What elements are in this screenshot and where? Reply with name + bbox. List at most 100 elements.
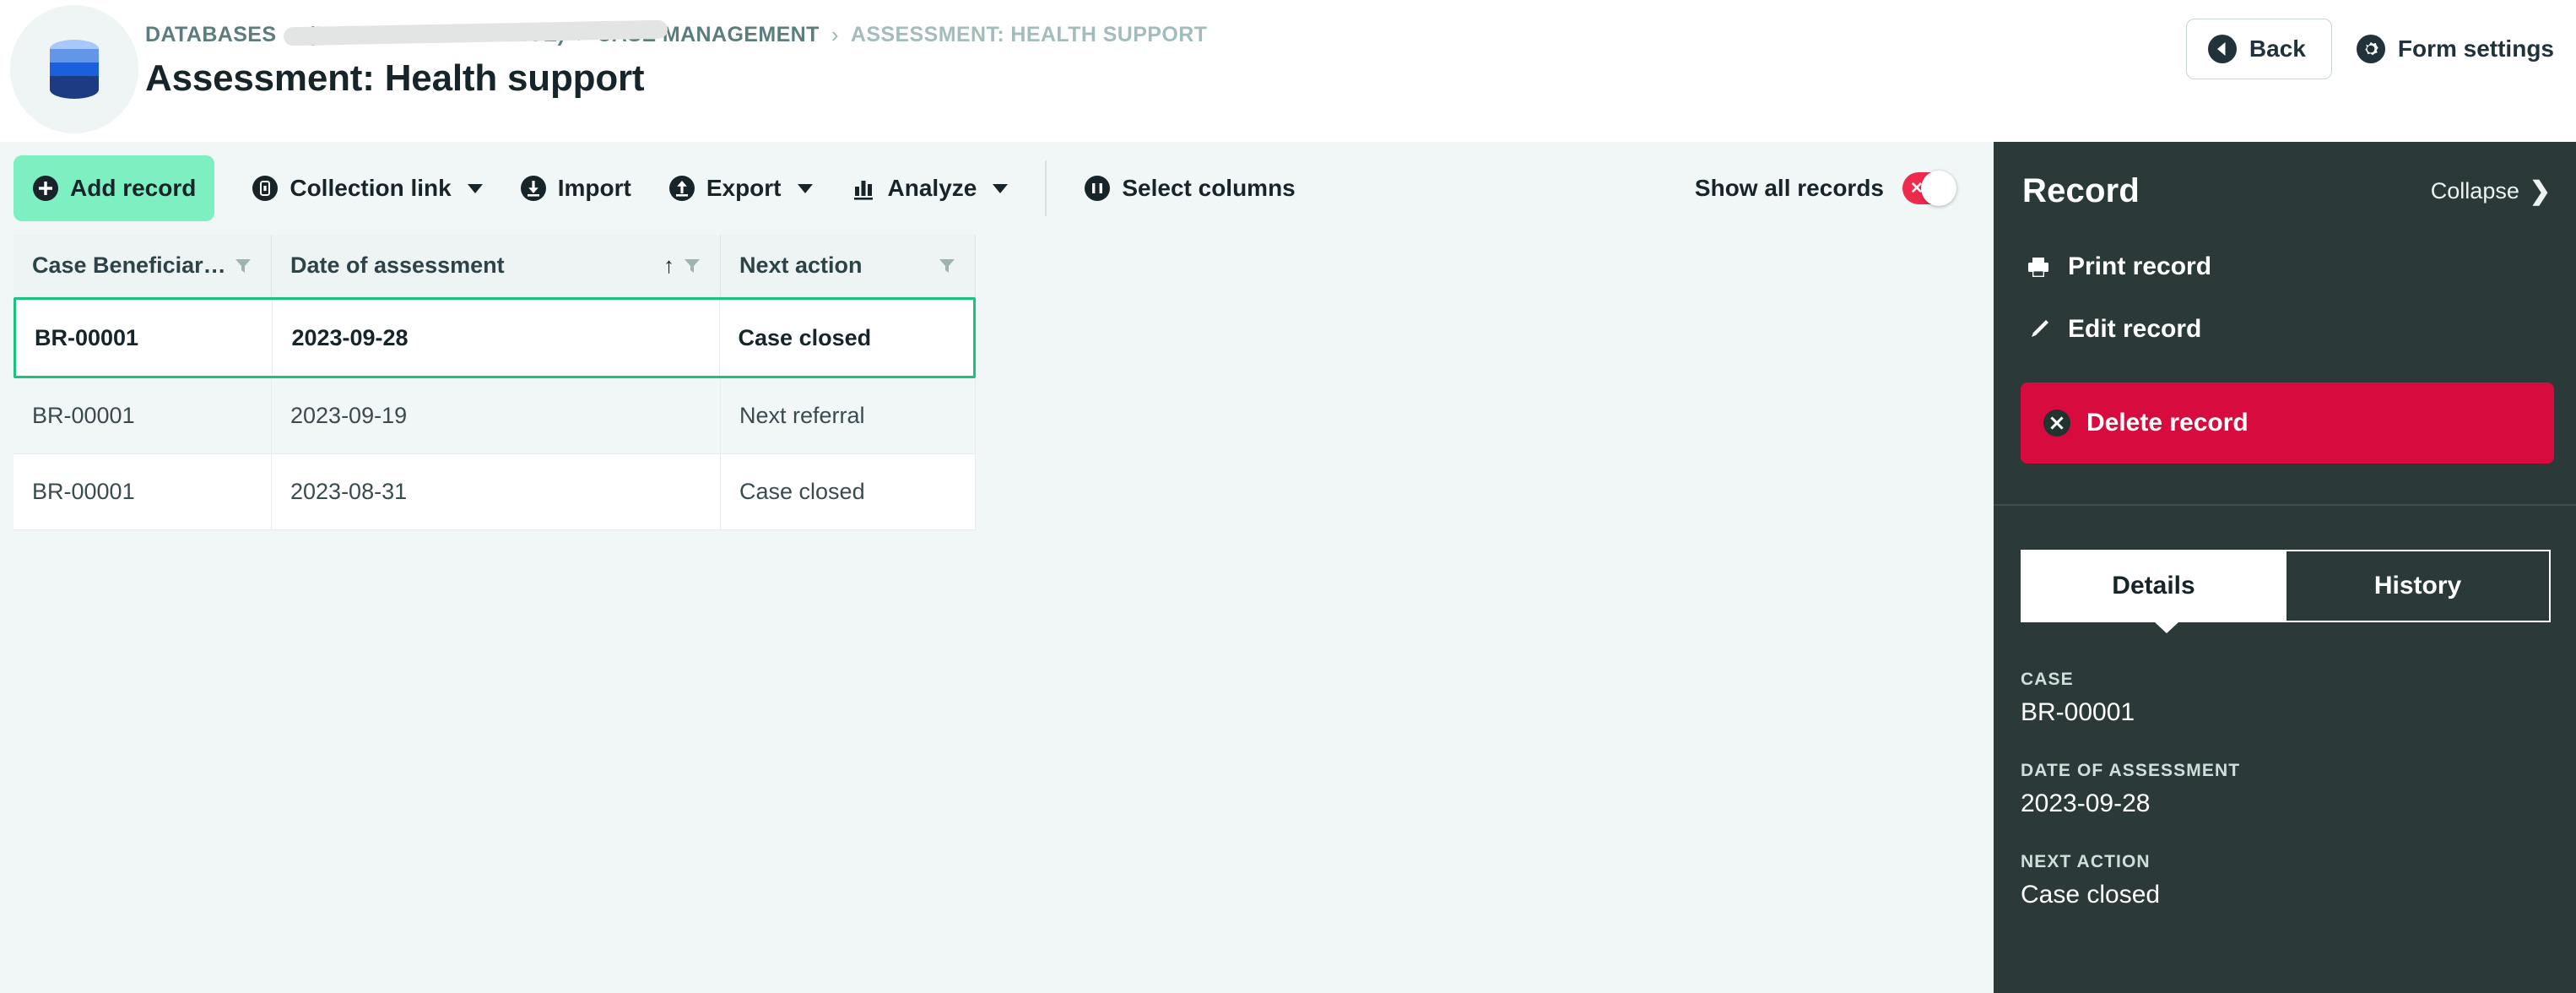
field-value: 2023-09-28 bbox=[2021, 790, 2151, 817]
export-button[interactable]: Export bbox=[650, 155, 831, 221]
filter-icon[interactable] bbox=[234, 257, 252, 275]
column-header-label: Next action bbox=[739, 252, 863, 278]
analyze-button[interactable]: Analyze bbox=[831, 155, 1027, 221]
field-label: DATE OF ASSESSMENT bbox=[2021, 761, 2241, 780]
upload-circle-icon bbox=[668, 176, 695, 201]
cell-date: 2023-08-31 bbox=[272, 454, 721, 530]
column-header-label: Date of assessment bbox=[290, 252, 505, 278]
field-case: CASE BR-00001 bbox=[2021, 670, 2549, 727]
bar-chart-icon bbox=[853, 181, 873, 200]
download-circle-icon bbox=[520, 176, 546, 201]
gear-icon bbox=[2356, 35, 2385, 63]
database-logo bbox=[10, 5, 138, 133]
table-row[interactable]: BR-00001 2023-09-28 Case closed bbox=[14, 297, 976, 378]
cell-date: 2023-09-28 bbox=[273, 300, 720, 376]
x-circle-icon bbox=[2043, 410, 2070, 437]
import-button[interactable]: Import bbox=[501, 155, 650, 221]
collapse-button[interactable]: Collapse ❯ bbox=[2431, 178, 2551, 204]
record-panel-tabs: Details History bbox=[2021, 550, 2551, 633]
breadcrumb-item-case-management[interactable]: CASE MANAGEMENT bbox=[596, 23, 819, 47]
add-record-button[interactable]: Add record bbox=[14, 155, 215, 221]
show-all-records-group: Show all records ✕ bbox=[1694, 171, 1956, 206]
delete-record-label: Delete record bbox=[2086, 409, 2249, 437]
table-body: BR-00001 2023-09-28 Case closed BR-00001… bbox=[14, 297, 1994, 530]
toolbar-divider bbox=[1045, 160, 1047, 216]
cell-next-action: Case closed bbox=[721, 454, 976, 530]
form-settings-button[interactable]: Form settings bbox=[2352, 25, 2557, 73]
chevron-down-icon bbox=[467, 183, 483, 193]
cell-date: 2023-09-19 bbox=[272, 378, 721, 454]
field-date-of-assessment: DATE OF ASSESSMENT 2023-09-28 bbox=[2021, 761, 2549, 818]
record-details-fields: CASE BR-00001 DATE OF ASSESSMENT 2023-09… bbox=[2021, 670, 2549, 909]
breadcrumb-item-current: ASSESSMENT: HEALTH SUPPORT bbox=[850, 22, 1208, 46]
record-panel-header: Record Collapse ❯ bbox=[1994, 142, 2576, 210]
breadcrumb-separator: › bbox=[288, 21, 296, 47]
printer-icon bbox=[2028, 258, 2048, 277]
active-tab-notch bbox=[2154, 621, 2179, 633]
table-header-row: Case Beneficiar… Date of assessment ↑ Ne… bbox=[14, 235, 1994, 297]
link-circle-icon bbox=[252, 176, 279, 201]
toggle-knob bbox=[1921, 171, 1956, 206]
column-header-next-action[interactable]: Next action bbox=[721, 235, 976, 297]
database-icon bbox=[50, 40, 99, 99]
records-toolbar: Add record Collection link Import Export… bbox=[0, 142, 1994, 235]
export-label: Export bbox=[706, 175, 782, 201]
breadcrumb-separator: › bbox=[576, 21, 585, 47]
collection-link-label: Collection link bbox=[290, 175, 452, 201]
field-value: BR-00001 bbox=[2021, 698, 2135, 726]
table-row[interactable]: BR-00001 2023-08-31 Case closed bbox=[14, 454, 1994, 530]
import-label: Import bbox=[557, 175, 631, 201]
column-header-date-of-assessment[interactable]: Date of assessment ↑ bbox=[272, 235, 721, 297]
breadcrumb-item-redacted[interactable]: (REVERSE REFERENCE) bbox=[308, 23, 566, 47]
form-settings-label: Form settings bbox=[2397, 35, 2554, 62]
filter-icon[interactable] bbox=[938, 257, 956, 275]
records-table: Case Beneficiar… Date of assessment ↑ Ne… bbox=[14, 235, 1994, 530]
panel-divider bbox=[1994, 504, 2576, 506]
columns-circle-icon bbox=[1085, 176, 1111, 201]
cell-case: BR-00001 bbox=[14, 454, 272, 530]
print-record-button[interactable]: Print record bbox=[2019, 236, 2551, 298]
tab-details[interactable]: Details bbox=[2021, 550, 2285, 622]
records-pane: Add record Collection link Import Export… bbox=[0, 142, 1994, 993]
chevron-down-icon bbox=[993, 183, 1009, 193]
column-header-case-beneficiary[interactable]: Case Beneficiar… bbox=[14, 235, 272, 297]
main-body: Add record Collection link Import Export… bbox=[0, 142, 2576, 993]
cell-next-action: Next referral bbox=[721, 378, 976, 454]
column-header-label: Case Beneficiar… bbox=[32, 252, 226, 278]
delete-record-button[interactable]: Delete record bbox=[2021, 383, 2554, 464]
cell-case: BR-00001 bbox=[16, 300, 273, 376]
field-label: NEXT ACTION bbox=[2021, 852, 2151, 871]
analyze-label: Analyze bbox=[887, 175, 977, 201]
field-value: Case closed bbox=[2021, 881, 2161, 909]
back-arrow-circle-icon bbox=[2207, 35, 2237, 63]
edit-record-button[interactable]: Edit record bbox=[2019, 298, 2551, 361]
collection-link-button[interactable]: Collection link bbox=[233, 155, 501, 221]
page-title: Assessment: Health support bbox=[145, 57, 645, 99]
header-actions: Back Form settings bbox=[2185, 19, 2557, 79]
cell-case: BR-00001 bbox=[14, 378, 272, 454]
back-button-label: Back bbox=[2249, 35, 2306, 62]
cell-next-action: Case closed bbox=[719, 300, 973, 376]
show-all-records-label: Show all records bbox=[1694, 175, 1884, 201]
back-button[interactable]: Back bbox=[2185, 19, 2332, 79]
breadcrumb: DATABASES › (REVERSE REFERENCE) › CASE M… bbox=[145, 20, 1207, 49]
chevron-right-icon: ❯ bbox=[2529, 176, 2551, 205]
filter-icon[interactable] bbox=[683, 257, 701, 275]
tab-history[interactable]: History bbox=[2285, 550, 2551, 622]
show-all-records-toggle[interactable]: ✕ bbox=[1902, 171, 1956, 206]
add-record-label: Add record bbox=[70, 175, 197, 201]
print-record-label: Print record bbox=[2068, 252, 2212, 280]
select-columns-button[interactable]: Select columns bbox=[1065, 155, 1313, 221]
field-label: CASE bbox=[2021, 670, 2074, 689]
pencil-icon bbox=[2032, 320, 2048, 337]
breadcrumb-item-databases[interactable]: DATABASES bbox=[145, 23, 276, 47]
edit-record-label: Edit record bbox=[2068, 315, 2202, 343]
field-next-action: NEXT ACTION Case closed bbox=[2021, 852, 2549, 909]
breadcrumb-separator: › bbox=[831, 21, 839, 47]
table-row[interactable]: BR-00001 2023-09-19 Next referral bbox=[14, 378, 1994, 454]
record-panel-title: Record bbox=[2022, 172, 2140, 209]
chevron-down-icon bbox=[797, 183, 813, 193]
record-panel: Record Collapse ❯ Print record Edit reco… bbox=[1994, 142, 2576, 993]
page-header: DATABASES › (REVERSE REFERENCE) › CASE M… bbox=[0, 0, 2576, 142]
sort-ascending-icon[interactable]: ↑ bbox=[663, 252, 674, 279]
